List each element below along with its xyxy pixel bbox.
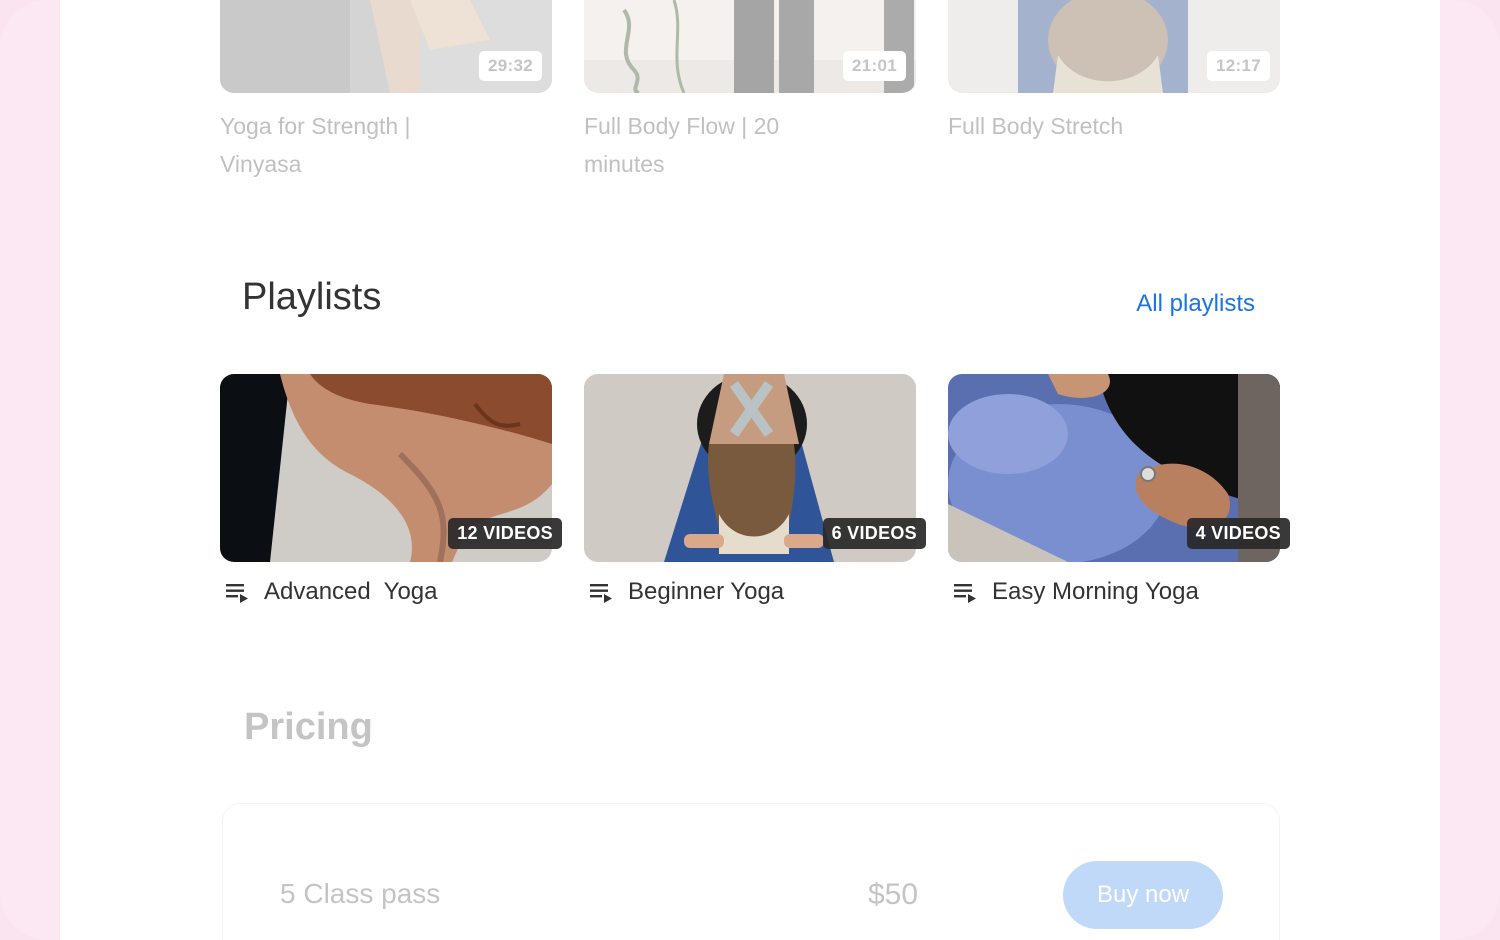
- playlist-thumbnail[interactable]: 6 VIDEOS: [584, 374, 926, 562]
- video-card[interactable]: 21:01 Full Body Flow | 20 minutes: [584, 0, 916, 183]
- playlist-card[interactable]: 6 VIDEOS Beginner Yoga: [584, 374, 926, 606]
- video-thumbnail[interactable]: 12:17: [948, 0, 1280, 93]
- video-row: 29:32 Yoga for Strength | Vinyasa 21:01 …: [220, 0, 1280, 200]
- playlist-icon: [226, 584, 248, 603]
- pricing-heading: Pricing: [244, 706, 373, 748]
- video-thumbnail[interactable]: 29:32: [220, 0, 552, 93]
- video-duration: 12:17: [1207, 51, 1270, 81]
- video-count-badge: 12 VIDEOS: [448, 518, 562, 549]
- video-card[interactable]: 29:32 Yoga for Strength | Vinyasa: [220, 0, 552, 183]
- pricing-section: Pricing 5 Class pass $50 Buy now: [220, 700, 1280, 940]
- playlist-title[interactable]: Easy Morning Yoga: [992, 578, 1199, 606]
- plan-price: $50: [868, 878, 919, 911]
- playlist-title[interactable]: Beginner Yoga: [628, 578, 784, 606]
- playlist-title[interactable]: Advanced Yoga: [264, 578, 438, 606]
- video-thumbnail[interactable]: 21:01: [584, 0, 916, 93]
- playlist-card[interactable]: 12 VIDEOS Advanced Yoga: [220, 374, 562, 606]
- playlist-icon: [954, 584, 976, 603]
- all-playlists-link[interactable]: All playlists: [1136, 290, 1255, 318]
- playlist-thumbnail[interactable]: 12 VIDEOS: [220, 374, 562, 562]
- plan-name: 5 Class pass: [280, 878, 441, 909]
- video-duration: 29:32: [479, 51, 542, 81]
- pricing-card: 5 Class pass $50 Buy now: [222, 803, 1280, 940]
- video-title[interactable]: Full Body Stretch: [948, 107, 1178, 145]
- playlist-icon: [590, 584, 612, 603]
- video-duration: 21:01: [843, 51, 906, 81]
- playlist-thumbnail[interactable]: 4 VIDEOS: [948, 374, 1290, 562]
- video-title[interactable]: Yoga for Strength | Vinyasa: [220, 107, 450, 183]
- buy-now-button[interactable]: Buy now: [1063, 861, 1223, 929]
- video-card[interactable]: 12:17 Full Body Stretch: [948, 0, 1280, 145]
- page-content: 29:32 Yoga for Strength | Vinyasa 21:01 …: [60, 0, 1440, 940]
- playlists-heading: Playlists: [242, 276, 382, 318]
- video-count-badge: 6 VIDEOS: [822, 518, 926, 549]
- playlist-card[interactable]: 4 VIDEOS Easy Morning Yoga: [948, 374, 1290, 606]
- video-count-badge: 4 VIDEOS: [1186, 518, 1290, 549]
- app-frame: 29:32 Yoga for Strength | Vinyasa 21:01 …: [0, 0, 1500, 940]
- video-title[interactable]: Full Body Flow | 20 minutes: [584, 107, 814, 183]
